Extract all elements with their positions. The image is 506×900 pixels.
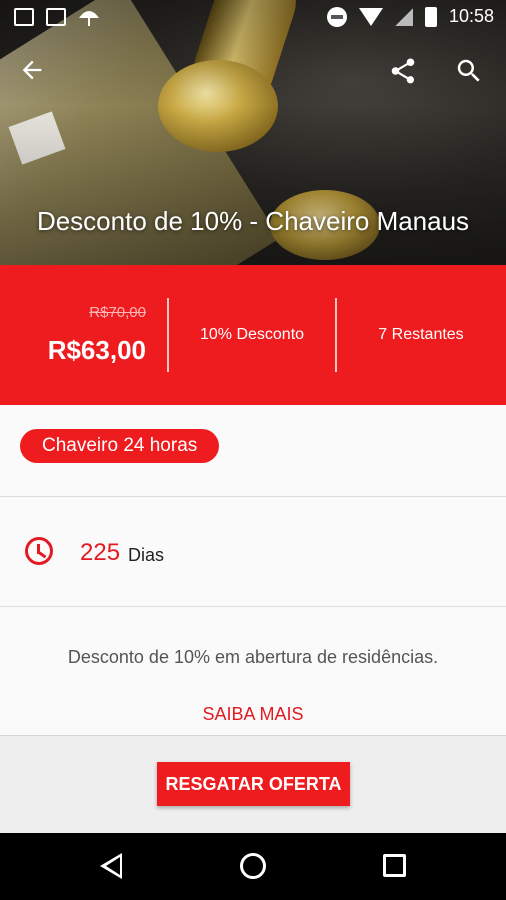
price-band: R$70,00 R$63,00 10% Desconto 7 Restantes	[0, 265, 506, 405]
remaining-block: 7 Restantes	[336, 265, 506, 405]
clock-icon	[25, 537, 53, 565]
gmail-icon	[46, 8, 66, 26]
hero-image: 10:58 Desconto de 10% - Chaveiro Manaus	[0, 0, 506, 265]
offer-title: Desconto de 10% - Chaveiro Manaus	[36, 206, 470, 236]
category-section: Chaveiro 24 horas	[0, 405, 506, 497]
search-button[interactable]	[454, 56, 490, 92]
nav-back-icon[interactable]	[100, 853, 122, 879]
wifi-icon	[358, 7, 383, 26]
days-remaining-unit: Dias	[128, 545, 165, 565]
nav-recents-icon[interactable]	[383, 854, 406, 877]
category-chip[interactable]: Chaveiro 24 horas	[20, 429, 220, 463]
status-left-icons	[14, 8, 100, 28]
new-price: R$63,00	[47, 335, 146, 365]
back-button[interactable]	[18, 56, 58, 92]
redeem-offer-button[interactable]: RESGATAR OFERTA	[157, 762, 350, 806]
footer-bar: RESGATAR OFERTA	[0, 735, 506, 833]
status-bar: 10:58	[0, 0, 506, 36]
share-button[interactable]	[388, 56, 424, 92]
description-section: Desconto de 10% em abertura de residênci…	[0, 607, 506, 735]
old-price: R$70,00	[89, 304, 146, 321]
nav-home-icon[interactable]	[240, 853, 266, 879]
search-icon	[457, 59, 480, 82]
signal-icon	[394, 7, 413, 26]
do-not-disturb-icon	[326, 6, 347, 27]
image-icon	[14, 8, 34, 26]
learn-more-link[interactable]: SAIBA MAIS	[0, 704, 506, 725]
arrow-left-icon	[22, 60, 42, 80]
status-right-icons: 10:58	[326, 6, 494, 27]
share-icon	[391, 58, 415, 84]
system-navigation-bar	[0, 833, 506, 900]
days-remaining-number: 225	[80, 539, 121, 566]
validity-section: 225 Dias	[0, 497, 506, 607]
umbrella-icon	[79, 11, 99, 26]
offer-description: Desconto de 10% em abertura de residênci…	[67, 647, 439, 667]
top-app-bar	[0, 48, 506, 100]
remaining-label: 7 Restantes	[378, 326, 464, 343]
battery-icon	[424, 6, 437, 27]
discount-label: 10% Desconto	[199, 326, 305, 343]
price-block: R$70,00 R$63,00	[0, 265, 168, 405]
discount-block: 10% Desconto	[168, 265, 336, 405]
status-time: 10:58	[448, 6, 494, 26]
